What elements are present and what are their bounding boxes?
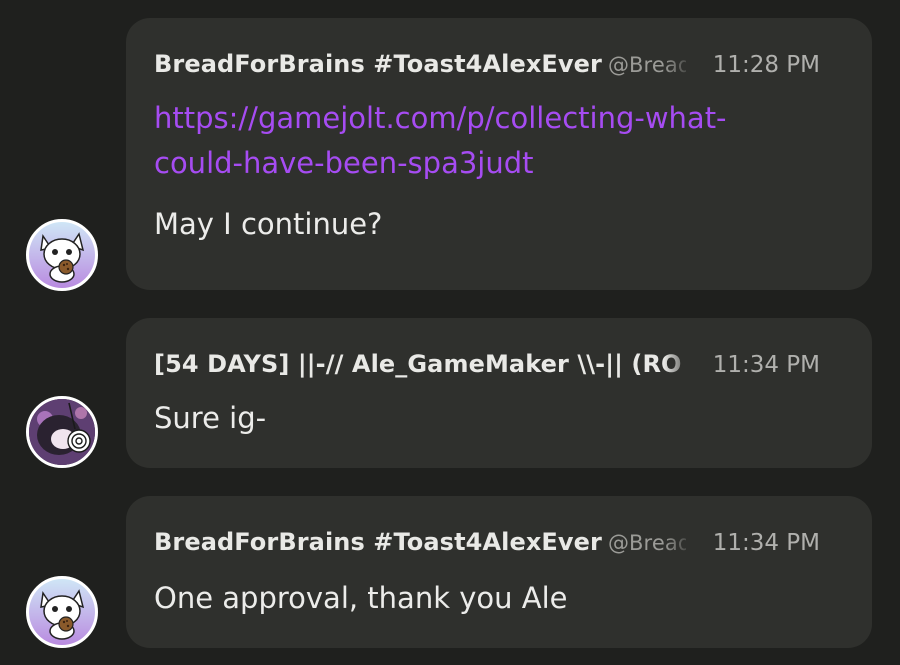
author-name[interactable]: [54 DAYS] ||-// Ale_GameMaker \\-|| (RO — [154, 350, 682, 378]
author-name[interactable]: BreadForBrains #Toast4AlexEver@BreadForB… — [154, 50, 686, 78]
message-header: [54 DAYS] ||-// Ale_GameMaker \\-|| (RO … — [154, 350, 844, 384]
message-text: May I continue? — [154, 207, 383, 241]
purple-spiral-avatar[interactable] — [26, 396, 98, 468]
message-text: One approval, thank you Ale — [154, 581, 568, 615]
message-bubble[interactable]: BreadForBrains #Toast4AlexEver@BreadForB… — [126, 18, 872, 290]
message-link[interactable]: https://gamejolt.com/p/collecting-what-c… — [154, 96, 774, 186]
chat-log: BreadForBrains #Toast4AlexEver@BreadForB… — [0, 0, 900, 665]
message-bubble[interactable]: [54 DAYS] ||-// Ale_GameMaker \\-|| (RO … — [126, 318, 872, 468]
message-bubble[interactable]: BreadForBrains #Toast4AlexEver@BreadForB… — [126, 496, 872, 648]
cat-cookie-avatar[interactable] — [26, 219, 98, 291]
timestamp: 11:34 PM — [712, 352, 820, 378]
name-fade — [664, 50, 694, 84]
message-text: Sure ig- — [154, 401, 267, 435]
author-name-text: BreadForBrains #Toast4AlexEver — [154, 50, 602, 78]
timestamp: 11:28 PM — [712, 52, 820, 78]
name-fade — [664, 528, 694, 562]
cat-cookie-icon — [29, 222, 95, 288]
author-name[interactable]: BreadForBrains #Toast4AlexEver@BreadForB… — [154, 528, 686, 556]
message-header: BreadForBrains #Toast4AlexEver@BreadForB… — [154, 50, 844, 84]
author-name-text: BreadForBrains #Toast4AlexEver — [154, 528, 602, 556]
cat-cookie-icon — [29, 579, 95, 645]
timestamp: 11:34 PM — [712, 530, 820, 556]
author-name-text: [54 DAYS] ||-// Ale_GameMaker \\-|| (RO — [154, 350, 682, 378]
spiral-character-icon — [29, 399, 95, 465]
cat-cookie-avatar[interactable] — [26, 576, 98, 648]
message-header: BreadForBrains #Toast4AlexEver@BreadForB… — [154, 528, 844, 562]
name-fade — [664, 350, 694, 384]
